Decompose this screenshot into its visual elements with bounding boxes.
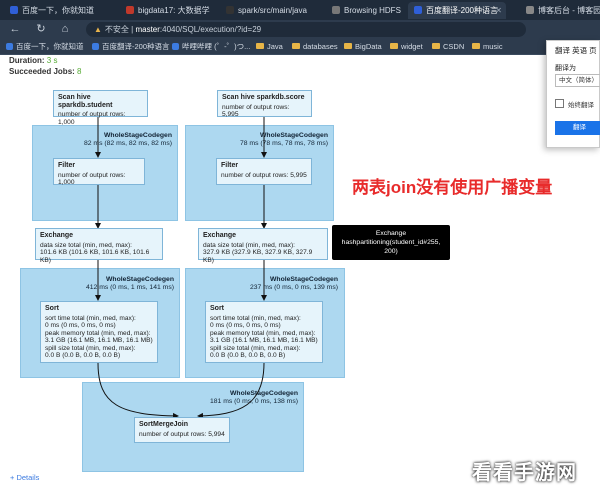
bookmark-bilibili[interactable]: 哔哩哔哩 (゜-゜)つ... bbox=[172, 41, 250, 53]
exchange-tooltip: Exchange hashpartitioning(student_id#255,… bbox=[332, 225, 450, 260]
blog-favicon-icon bbox=[126, 6, 134, 14]
bookmark-baidu[interactable]: 百度一下，你就知道 bbox=[6, 41, 84, 53]
cnblogs-favicon-icon bbox=[526, 6, 534, 14]
red-annotation: 两表join没有使用广播变量 bbox=[352, 178, 553, 197]
back-arrow-icon[interactable]: ← bbox=[8, 22, 22, 36]
folder-icon bbox=[256, 43, 264, 49]
bookmark-folder-java[interactable]: Java bbox=[256, 41, 283, 53]
bookmark-folder-databases[interactable]: databases bbox=[292, 41, 338, 53]
folder-icon bbox=[292, 43, 300, 49]
translate-to-label: 翻译为 bbox=[555, 65, 576, 72]
tab-baidu-translate[interactable]: 百度翻译-200种语言 ✕ bbox=[408, 2, 506, 19]
bookmark-folder-csdn[interactable]: CSDN bbox=[432, 41, 464, 53]
address-bar[interactable]: ▲ 不安全 | master:4040/SQL/execution/?id=29 bbox=[86, 22, 526, 37]
folder-icon bbox=[344, 43, 352, 49]
tab-bigdata[interactable]: bigdata17: 大数据学 bbox=[120, 2, 216, 19]
tab-hdfs[interactable]: Browsing HDFS bbox=[326, 2, 406, 19]
always-translate-label: 始终翻译 bbox=[568, 102, 594, 109]
tab-github[interactable]: spark/src/main/java bbox=[220, 2, 320, 19]
translate-favicon-icon bbox=[92, 43, 99, 50]
scan-score-node[interactable]: Scan hive sparkdb.score number of output … bbox=[217, 90, 312, 118]
bookmark-folder-bigdata[interactable]: BigData bbox=[344, 41, 382, 53]
bookmark-baidu-translate[interactable]: 百度翻译-200种语言 bbox=[92, 41, 170, 53]
hdfs-favicon-icon bbox=[332, 6, 340, 14]
sort-right-node[interactable]: Sort sort time total (min, med, max): 0 ms… bbox=[205, 301, 323, 363]
sql-execution-page: Duration: 3 s Succeeded Jobs: 8 WholeSta… bbox=[0, 55, 600, 498]
folder-icon bbox=[390, 43, 398, 49]
bookmarks-bar: 百度一下，你就知道 百度翻译-200种语言 哔哩哔哩 (゜-゜)つ... Jav… bbox=[0, 39, 600, 55]
reload-icon[interactable]: ↻ bbox=[34, 22, 48, 36]
folder-icon bbox=[472, 43, 480, 49]
close-tab-icon[interactable]: ✕ bbox=[495, 2, 502, 19]
translate-popup: 翻译 英语 页 翻译为 中文（简体） 始终翻译 翻译 bbox=[546, 40, 600, 148]
filter-right-node[interactable]: Filter number of output rows: 5,995 bbox=[216, 158, 312, 185]
details-link[interactable]: + Details bbox=[10, 473, 39, 482]
bookmark-folder-widget[interactable]: widget bbox=[390, 41, 423, 53]
baidu-favicon-icon bbox=[6, 43, 13, 50]
exchange-right-node[interactable]: Exchange data size total (min, med, max):… bbox=[198, 228, 328, 264]
bilibili-favicon-icon bbox=[172, 43, 179, 50]
home-icon[interactable]: ⌂ bbox=[58, 22, 72, 36]
always-translate-checkbox[interactable] bbox=[555, 99, 564, 108]
bookmark-folder-music[interactable]: music bbox=[472, 41, 503, 53]
watermark: 看看手游网 bbox=[472, 462, 577, 484]
filter-left-node[interactable]: Filter number of output rows: 1,000 bbox=[53, 158, 145, 186]
github-favicon-icon bbox=[226, 6, 234, 14]
translate-language-select[interactable]: 中文（简体） bbox=[555, 74, 600, 87]
translate-button[interactable]: 翻译 bbox=[555, 121, 600, 135]
baidu-favicon-icon bbox=[10, 6, 18, 14]
sort-left-node[interactable]: Sort sort time total (min, med, max): 0 ms… bbox=[40, 301, 158, 363]
warning-icon: ▲ bbox=[94, 25, 102, 34]
browser-tab-bar: 百度一下，你就知道 bigdata17: 大数据学 spark/src/main… bbox=[0, 0, 600, 20]
translate-favicon-icon bbox=[414, 6, 422, 14]
tab-baidu[interactable]: 百度一下，你就知道 bbox=[4, 2, 100, 19]
sort-merge-join-node[interactable]: SortMergeJoin number of output rows: 5,99… bbox=[134, 417, 230, 443]
folder-icon bbox=[432, 43, 440, 49]
scan-student-node[interactable]: Scan hive sparkdb.student number of outpu… bbox=[53, 90, 148, 126]
exchange-left-node[interactable]: Exchange data size total (min, med, max):… bbox=[35, 228, 163, 264]
tab-cnblogs[interactable]: 博客后台 - 博客园 bbox=[520, 2, 600, 19]
translate-popup-title: 翻译 英语 页 bbox=[555, 46, 597, 55]
browser-toolbar: ← ↻ ⌂ ▲ 不安全 | master:4040/SQL/execution/?… bbox=[0, 20, 600, 39]
